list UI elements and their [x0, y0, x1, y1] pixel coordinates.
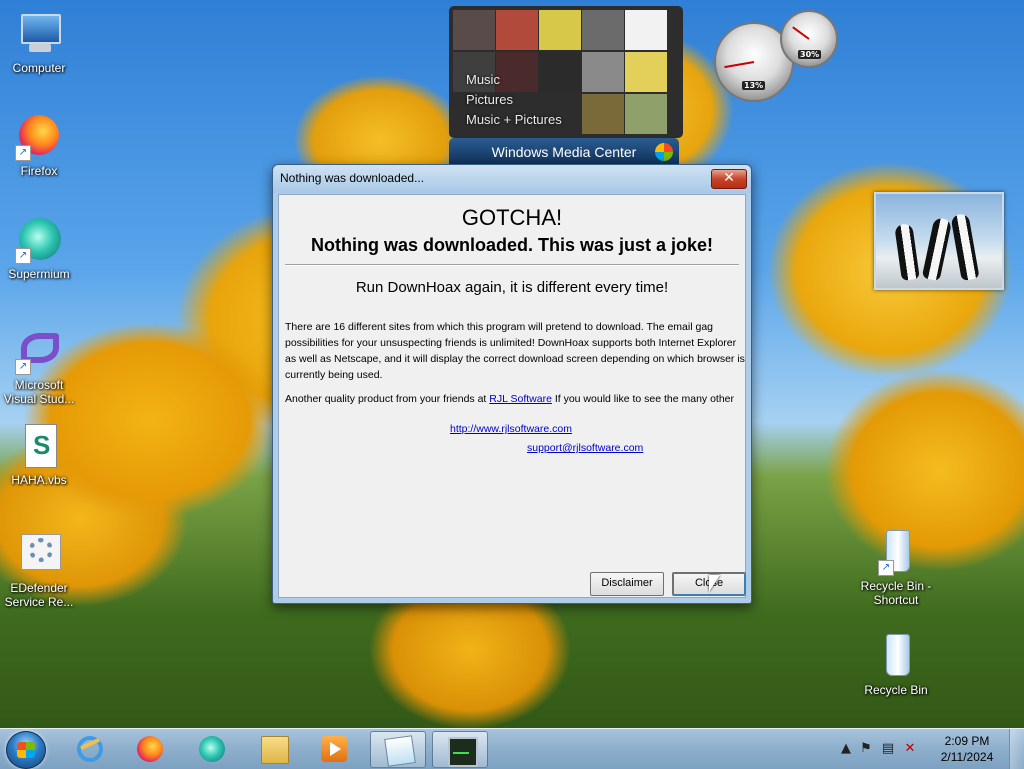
taskbar-media-player[interactable] — [306, 731, 360, 766]
taskbar-supermium[interactable] — [184, 731, 238, 766]
taskbar-internet-explorer[interactable] — [62, 731, 116, 766]
recycle-bin-icon: ↗ — [872, 528, 920, 576]
media-tiles: Music Pictures Music + Pictures — [449, 6, 683, 138]
website-link[interactable]: http://www.rjlsoftware.com — [450, 423, 572, 435]
memory-needle — [792, 26, 810, 40]
desktop-icon-label: Microsoft Visual Stud... — [3, 378, 75, 406]
desktop-icon-label: HAHA.vbs — [11, 473, 67, 487]
shortcut-arrow-icon: ↗ — [15, 359, 31, 375]
media-center-title: Windows Media Center — [491, 144, 637, 160]
taskbar-firefox[interactable] — [122, 731, 176, 766]
credits-paragraph: Another quality product from your friend… — [285, 391, 745, 407]
taskbar-explorer[interactable] — [246, 731, 300, 766]
desktop-icon-label: Firefox — [20, 164, 58, 178]
cpu-readout: 13% — [742, 81, 766, 90]
credits-prefix: Another quality product from your friend… — [285, 393, 490, 405]
desktop-icon-label: Recycle Bin — [864, 683, 928, 697]
joke-heading: Nothing was downloaded. This was just a … — [310, 235, 714, 255]
network-icon[interactable]: ▤ — [880, 741, 896, 757]
desktop-icon-visual-studio[interactable]: ↗ Microsoft Visual Stud... — [1, 327, 77, 406]
menu-item-music-pictures[interactable]: Music + Pictures — [466, 110, 562, 130]
separator — [285, 264, 739, 266]
shortcut-arrow-icon: ↗ — [878, 560, 894, 576]
desktop-icon-firefox[interactable]: ↗ Firefox — [1, 113, 77, 178]
clock-date: 2/11/2024 — [940, 750, 994, 764]
email-link[interactable]: support@rjlsoftware.com — [527, 442, 643, 454]
slideshow-gadget[interactable] — [874, 192, 1004, 290]
dialog-titlebar[interactable]: Nothing was downloaded... ✕ — [273, 165, 751, 193]
supermium-icon: ↗ — [15, 216, 63, 264]
cpu-needle — [724, 61, 755, 69]
desktop-icon-computer[interactable]: Computer — [1, 10, 77, 75]
desktop-icon-haha-vbs[interactable]: S HAHA.vbs — [1, 422, 77, 487]
close-icon[interactable]: ✕ — [711, 169, 747, 189]
supermium-icon — [199, 736, 225, 762]
disclaimer-button[interactable]: Disclaimer — [590, 572, 664, 596]
recycle-bin-icon — [872, 632, 920, 680]
action-center-flag-icon[interactable]: ⚑ — [858, 741, 874, 757]
downhoax-dialog: Nothing was downloaded... ✕ GOTCHA! Noth… — [272, 164, 752, 604]
menu-item-pictures[interactable]: Pictures — [466, 90, 562, 110]
taskbar-notepad[interactable] — [370, 731, 426, 768]
show-desktop-button[interactable] — [1009, 729, 1024, 769]
mouse-cursor-icon — [709, 575, 720, 592]
rjl-software-link[interactable]: RJL Software — [489, 393, 552, 405]
desktop-icon-label: Computer — [12, 61, 66, 75]
desktop-icon-recycle-bin[interactable]: Recycle Bin — [858, 632, 934, 697]
taskbar: ▲ ⚑ ▤ ✕ 2:09 PM 2/11/2024 — [0, 728, 1024, 769]
clock[interactable]: 2:09 PM 2/11/2024 — [932, 733, 1002, 765]
media-center-title-bar[interactable]: Windows Media Center — [449, 138, 679, 166]
dialog-title: Nothing was downloaded... — [280, 171, 425, 185]
visual-studio-icon: ↗ — [15, 327, 63, 375]
menu-item-music[interactable]: Music — [466, 70, 562, 90]
desktop-icon-recycle-bin-shortcut[interactable]: ↗ Recycle Bin - Shortcut — [858, 528, 934, 607]
taskbar-task-manager[interactable] — [432, 731, 488, 768]
folder-icon — [261, 736, 289, 764]
media-menu: Music Pictures Music + Pictures — [466, 70, 562, 130]
volume-muted-icon[interactable]: ✕ — [902, 741, 918, 757]
run-again-heading: Run DownHoax again, it is different ever… — [355, 279, 669, 296]
windows-logo-icon — [17, 742, 35, 758]
desktop-icon-label: Recycle Bin - Shortcut — [860, 579, 932, 607]
windows-logo-icon — [655, 143, 673, 161]
desktop-icon-supermium[interactable]: ↗ Supermium — [1, 216, 77, 281]
desktop-icon-label: Supermium — [8, 267, 70, 281]
credits-suffix: If you would like to see the many other — [551, 393, 735, 405]
firefox-icon: ↗ — [15, 113, 63, 161]
firefox-icon — [137, 736, 163, 762]
cpu-meter-gadget[interactable]: 13% 30% — [714, 10, 840, 102]
clock-time: 2:09 PM — [944, 734, 990, 748]
shortcut-arrow-icon: ↗ — [15, 248, 31, 264]
dialog-body: GOTCHA! Nothing was downloaded. This was… — [278, 194, 746, 598]
description-paragraph: There are 16 different sites from which … — [285, 321, 745, 381]
system-tray: ▲ ⚑ ▤ ✕ 2:09 PM 2/11/2024 — [834, 729, 1024, 769]
notepad-icon — [384, 735, 416, 767]
desktop-icon-label: EDefender Service Re... — [4, 581, 74, 609]
shortcut-arrow-icon: ↗ — [15, 145, 31, 161]
memory-readout: 30% — [798, 50, 822, 59]
gotcha-heading: GOTCHA! — [461, 205, 563, 230]
settings-gear-icon — [15, 530, 63, 578]
desktop-icon-edefender[interactable]: EDefender Service Re... — [1, 530, 77, 609]
script-file-icon: S — [15, 422, 63, 470]
computer-icon — [15, 10, 63, 58]
start-button[interactable] — [6, 731, 46, 769]
show-hidden-icons-chevron-icon[interactable]: ▲ — [838, 741, 854, 757]
media-center-gadget[interactable]: Music Pictures Music + Pictures Windows … — [449, 6, 683, 166]
memory-gauge: 30% — [780, 10, 838, 68]
